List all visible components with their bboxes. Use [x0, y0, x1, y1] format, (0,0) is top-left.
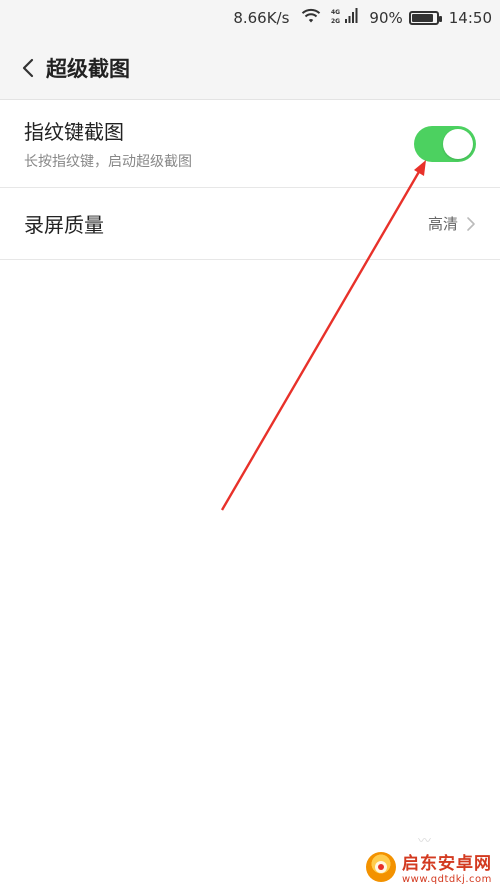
network-type-4g: 4G	[331, 9, 340, 16]
setting-fingerprint-subtitle: 长按指纹键，启动超级截图	[24, 154, 192, 170]
app-header: 超级截图	[0, 36, 500, 100]
battery-icon	[408, 11, 442, 25]
watermark: 启东安卓网 www.qdtdkj.com	[366, 849, 492, 885]
network-type-2g: 2G	[331, 18, 340, 25]
wifi-icon	[301, 8, 321, 28]
setting-fingerprint-screenshot[interactable]: 指纹键截图 长按指纹键，启动超级截图	[0, 100, 500, 188]
net-speed: 8.66K/s	[233, 9, 290, 27]
faint-glyph: 〰	[418, 834, 432, 849]
settings-list: 指纹键截图 长按指纹键，启动超级截图 录屏质量 高清	[0, 100, 500, 260]
chevron-right-icon	[466, 216, 476, 232]
toggle-knob	[443, 128, 473, 159]
battery-percent: 90%	[369, 9, 403, 27]
status-time: 14:50	[448, 9, 492, 27]
setting-recording-quality[interactable]: 录屏质量 高清	[0, 188, 500, 260]
setting-quality-right: 高清	[428, 213, 476, 234]
watermark-logo-icon	[366, 852, 396, 882]
chevron-left-icon[interactable]	[14, 54, 42, 82]
setting-quality-value: 高清	[427, 215, 458, 233]
watermark-url: www.qdtdkj.com	[402, 874, 492, 885]
setting-fingerprint-title: 指纹键截图	[24, 120, 124, 144]
status-bar: 8.66K/s 4G 2G 90% 14:50	[0, 0, 500, 36]
watermark-texts: 启东安卓网 www.qdtdkj.com	[402, 849, 492, 885]
setting-fingerprint-texts: 指纹键截图 长按指纹键，启动超级截图	[24, 116, 192, 171]
signal-icon: 4G 2G	[331, 7, 359, 29]
fingerprint-toggle[interactable]	[414, 125, 476, 162]
setting-quality-title: 录屏质量	[24, 213, 104, 237]
watermark-title: 启东安卓网	[402, 854, 492, 874]
battery-status: 90%	[369, 9, 442, 27]
page-title: 超级截图	[46, 56, 130, 81]
